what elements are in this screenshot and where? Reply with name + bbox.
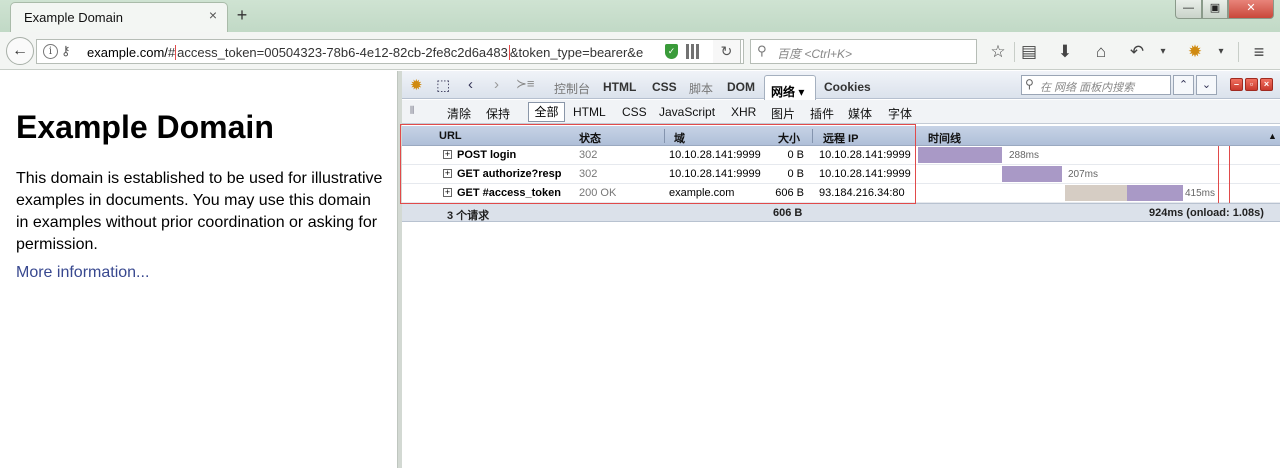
request-count: 3 个请求 — [447, 210, 490, 222]
firebug-dropdown-icon[interactable]: ▾ — [1210, 41, 1232, 63]
total-size: 606 B — [773, 207, 803, 219]
col-timeline[interactable]: 时间线 — [928, 130, 961, 146]
firebug-close-button[interactable]: × — [1260, 78, 1273, 91]
search-icon: ⚲ — [757, 43, 767, 58]
star-icon[interactable]: ☆ — [987, 41, 1009, 63]
download-icon[interactable]: ⬇ — [1054, 41, 1076, 63]
reading-list-icon[interactable]: ▤ — [1018, 41, 1040, 63]
tab-console[interactable]: 控制台 — [554, 80, 590, 97]
firebug-detach-button[interactable]: ▫ — [1245, 78, 1258, 91]
url-host: example.com/ — [87, 45, 168, 60]
onload-event-line — [1229, 146, 1230, 203]
tab-dom[interactable]: DOM — [727, 80, 755, 94]
firebug-icon[interactable]: ✹ — [410, 76, 423, 94]
undo-icon[interactable]: ↶ — [1126, 41, 1148, 63]
request-time: 207ms — [1068, 169, 1099, 180]
net-filter-bar: ⫼ 清除 保持 全部 HTML CSS JavaScript XHR 图片 插件… — [402, 100, 1280, 124]
undo-dropdown-icon[interactable]: ▾ — [1152, 41, 1174, 63]
url-rest: &token_type=bearer&e — [509, 45, 644, 60]
filter-html[interactable]: HTML — [573, 105, 606, 119]
search-prev-button[interactable]: ⌃ — [1173, 75, 1194, 95]
page-title: Example Domain — [16, 109, 274, 145]
timeline-wait-bar — [1065, 185, 1127, 201]
shield-icon[interactable]: ✓ — [665, 44, 678, 59]
page-body-text: This domain is established to be used fo… — [16, 170, 383, 253]
tab-cookies[interactable]: Cookies — [824, 80, 871, 94]
reload-button[interactable]: ↻ — [713, 39, 741, 64]
url-text[interactable]: example.com/# access_token=00504323-78b6-… — [87, 45, 667, 60]
url-bar[interactable]: i ⚷ example.com/# access_token=00504323-7… — [36, 39, 744, 64]
tab-html[interactable]: HTML — [603, 80, 636, 94]
title-bar: Example Domain × + — ▣ ✕ — [0, 0, 1280, 32]
firebug-icon[interactable]: ✹ — [1184, 41, 1206, 63]
filter-images[interactable]: 图片 — [771, 105, 795, 122]
home-icon[interactable]: ⌂ — [1090, 41, 1112, 63]
persist-button[interactable]: 保持 — [486, 105, 510, 122]
sort-ascending-icon[interactable]: ▲ — [1268, 131, 1277, 141]
tab-css[interactable]: CSS — [652, 80, 677, 94]
back-button[interactable]: ← — [6, 37, 34, 65]
filter-css[interactable]: CSS — [622, 105, 647, 119]
firebug-minimize-button[interactable]: – — [1230, 78, 1243, 91]
request-time: 288ms — [1009, 150, 1040, 161]
net-summary-row: 3 个请求 606 B 924ms (onload: 1.08s) — [402, 203, 1280, 222]
maximize-button[interactable]: ▣ — [1202, 0, 1228, 19]
total-timing: 924ms (onload: 1.08s) — [1149, 207, 1264, 219]
filter-media[interactable]: 媒体 — [848, 105, 872, 122]
clear-icon[interactable]: ⫼ — [410, 105, 414, 116]
tab-script[interactable]: 脚本 — [689, 80, 713, 97]
firebug-toolbar: ✹ ⬚ ‹ › ≻≡ 控制台 HTML CSS 脚本 DOM 网络 ▾ Cook… — [402, 71, 1280, 100]
command-line-icon[interactable]: ≻≡ — [516, 76, 534, 92]
search-placeholder: 百度 <Ctrl+K> — [777, 47, 853, 61]
timeline-bar — [918, 147, 1002, 163]
navigation-bar: ← i ⚷ example.com/# access_token=00504323… — [0, 32, 1280, 70]
new-tab-button[interactable]: + — [232, 5, 252, 25]
filter-xhr[interactable]: XHR — [731, 105, 756, 119]
inspect-icon[interactable]: ⬚ — [436, 76, 450, 94]
tab-close-icon[interactable]: × — [205, 7, 221, 23]
filter-fonts[interactable]: 字体 — [888, 105, 912, 122]
back-arrow-icon[interactable]: ‹ — [468, 76, 473, 93]
url-access-token-highlight: access_token=00504323-78b6-4e12-82cb-2fe… — [175, 45, 510, 60]
tab-net[interactable]: 网络 ▾ — [764, 75, 816, 100]
info-icon[interactable]: i — [43, 44, 58, 59]
clear-button[interactable]: 清除 — [447, 105, 471, 122]
filter-all[interactable]: 全部 — [528, 102, 565, 122]
menu-icon[interactable]: ≡ — [1248, 41, 1270, 63]
load-event-line — [1218, 146, 1219, 203]
panel-search-placeholder: 在 网络 面板内搜索 — [1040, 82, 1135, 94]
annotation-highlight-box — [400, 124, 916, 204]
qr-code-icon[interactable] — [686, 44, 701, 59]
firebug-panel: ✹ ⬚ ‹ › ≻≡ 控制台 HTML CSS 脚本 DOM 网络 ▾ Cook… — [400, 71, 1280, 468]
key-icon[interactable]: ⚷ — [61, 43, 71, 59]
web-page: Example Domain This domain is establishe… — [0, 71, 397, 468]
close-window-button[interactable]: ✕ — [1228, 0, 1274, 19]
timeline-bar — [1127, 185, 1183, 201]
request-time: 415ms — [1185, 188, 1216, 199]
tab-title: Example Domain — [24, 10, 123, 25]
panel-search-input[interactable]: ⚲ 在 网络 面板内搜索 — [1021, 75, 1171, 95]
filter-javascript[interactable]: JavaScript — [659, 105, 715, 119]
timeline-bar — [1002, 166, 1062, 182]
search-icon: ⚲ — [1025, 77, 1034, 91]
search-next-button[interactable]: ⌄ — [1196, 75, 1217, 95]
more-information-link[interactable]: More information... — [16, 264, 149, 282]
minimize-button[interactable]: — — [1175, 0, 1202, 19]
filter-plugins[interactable]: 插件 — [810, 105, 834, 122]
browser-tab[interactable]: Example Domain × — [10, 2, 228, 32]
search-bar[interactable]: ⚲ 百度 <Ctrl+K> — [750, 39, 977, 64]
forward-arrow-icon[interactable]: › — [494, 76, 499, 93]
